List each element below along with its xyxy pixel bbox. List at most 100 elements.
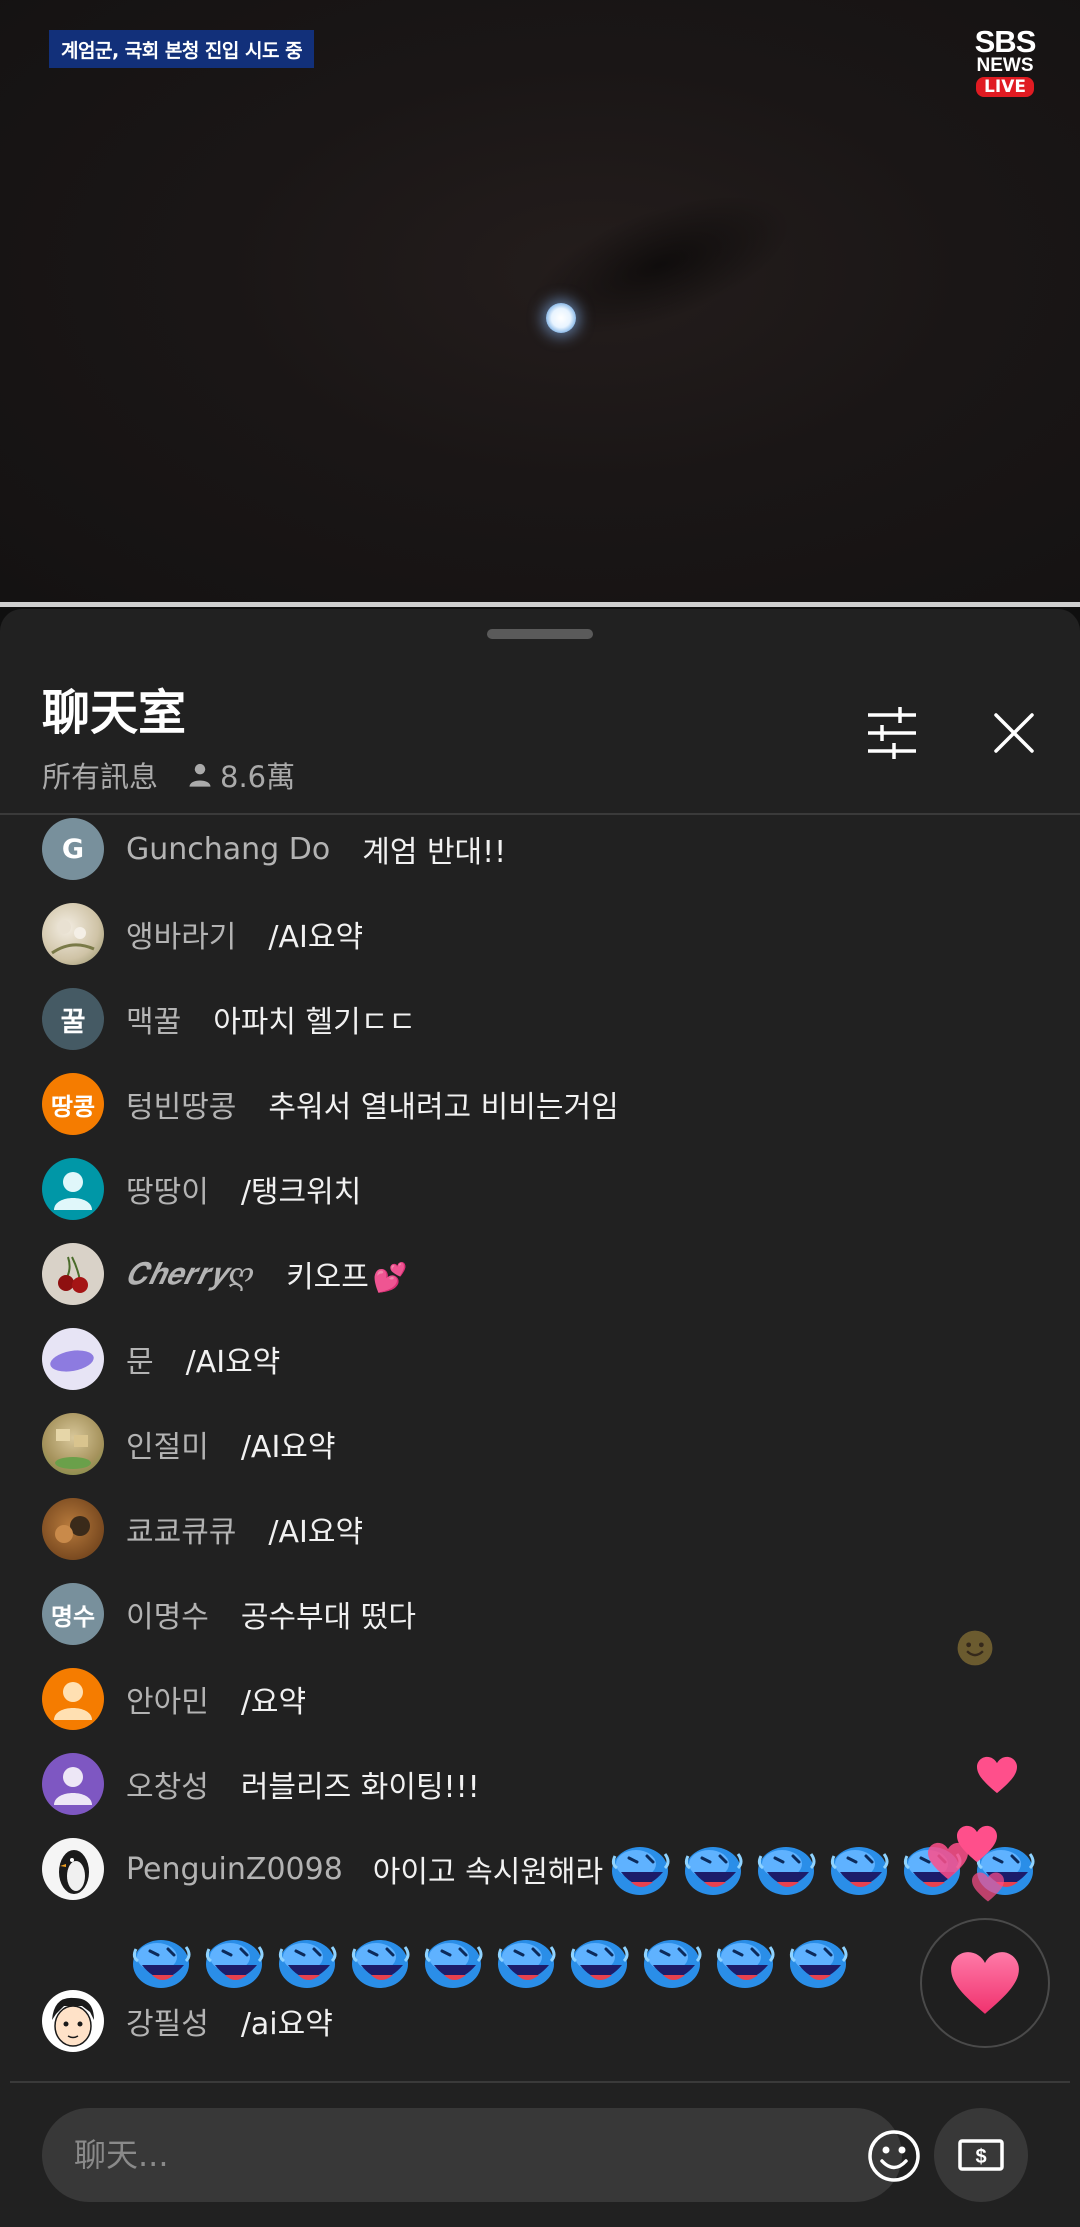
message-author[interactable]: 𝑪𝒉𝒆𝒓𝒓𝒚ღ (126, 1257, 254, 1292)
chat-message: 𝑪𝒉𝒆𝒓𝒓𝒚ღ 키오프 💕 (42, 1243, 408, 1305)
avatar[interactable] (42, 1753, 104, 1815)
video-shadow (509, 165, 811, 365)
video-player[interactable]: 계엄군, 국회 본청 진입 시도 중 SBS NEWS LIVE (0, 0, 1080, 606)
chat-message: 인절미 /AI요약 (42, 1413, 336, 1475)
message-text: 러블리즈 화이팅!!! (240, 1770, 480, 1805)
logo-sbs: SBS (974, 24, 1037, 59)
avatar[interactable]: 꿀 (42, 988, 104, 1050)
message-text: 계엄 반대!! (362, 835, 507, 870)
message-text: /요약 (240, 1685, 307, 1720)
laughing-blob-emoji (680, 1838, 746, 1900)
avatar[interactable] (42, 1498, 104, 1560)
chat-message: PenguinZ0098 아이고 속시원해라 (42, 1838, 1045, 1900)
message-author[interactable]: 강필성 (126, 1999, 209, 2043)
laughing-blob-emoji (274, 1931, 340, 1993)
message-text-body: 키오프 (286, 1260, 369, 1295)
message-author[interactable]: 앵바라기 (126, 912, 236, 956)
message-author[interactable]: 맥꿀 (126, 997, 181, 1041)
message-text: /탱크위치 (240, 1175, 362, 1210)
avatar[interactable] (42, 903, 104, 965)
chat-message: 명수 이명수 공수부대 떴다 (42, 1583, 416, 1645)
laughing-blob-emoji (712, 1931, 778, 1993)
chat-message: 앵바라기 /AI요약 (42, 903, 363, 965)
avatar[interactable] (42, 1413, 104, 1475)
chat-panel: 聊天室 所有訊息 8.6萬 G Gunchang Do 계엄 반대!! 앵바라기… (0, 609, 1080, 2227)
flower-photo-icon (51, 920, 95, 955)
default-person-icon (54, 1172, 92, 1210)
message-author[interactable]: 땅땅이 (126, 1167, 209, 1211)
chat-title: 聊天室 (42, 685, 187, 741)
avatar[interactable]: 명수 (42, 1583, 104, 1645)
laughing-blob-emoji (607, 1838, 673, 1900)
avatar[interactable] (42, 1838, 104, 1900)
message-text: 공수부대 떴다 (240, 1600, 416, 1635)
close-button[interactable] (982, 701, 1046, 765)
message-author[interactable]: PenguinZ0098 (126, 1852, 343, 1887)
message-author[interactable]: 문 (126, 1337, 154, 1381)
heart-reaction-button[interactable] (920, 1918, 1050, 2048)
chat-input-container[interactable] (42, 2108, 920, 2202)
avatar-letter: G (61, 833, 85, 865)
filter-button[interactable] (860, 701, 924, 765)
video-progress-bar[interactable] (0, 602, 1080, 607)
laughing-blob-emoji (201, 1931, 267, 1993)
avatar[interactable] (42, 1990, 104, 2052)
chat-message: 강필성 /ai요약 (42, 1990, 333, 2052)
laughing-blob-emoji (753, 1838, 819, 1900)
floating-heart-icon (928, 1842, 968, 1880)
chat-message: 땅콩 텅빈땅콩 추워서 열내려고 비비는거임 (42, 1073, 619, 1135)
message-author[interactable]: 오창성 (126, 1762, 209, 1806)
chat-message: G Gunchang Do 계엄 반대!! (42, 818, 506, 880)
chat-input[interactable] (74, 2136, 774, 2174)
message-text: /AI요약 (268, 920, 364, 955)
message-text: /AI요약 (185, 1345, 281, 1380)
purple-shape-icon (50, 1350, 94, 1372)
super-chat-button[interactable]: $ (934, 2108, 1028, 2202)
default-person-icon (54, 1767, 92, 1805)
default-person-icon (54, 1682, 92, 1720)
laughing-blob-emoji (566, 1931, 632, 1993)
avatar[interactable] (42, 1328, 104, 1390)
message-author[interactable]: 이명수 (126, 1592, 209, 1636)
message-text: 아파치 헬기ㄷㄷ (213, 1005, 416, 1040)
floating-heart-icon (977, 1756, 1017, 1794)
avatar[interactable]: 땅콩 (42, 1073, 104, 1135)
chat-message-list[interactable]: G Gunchang Do 계엄 반대!! 앵바라기 /AI요약 꿀 맥꿀 아파… (0, 815, 1080, 2075)
laughing-blob-emoji (347, 1931, 413, 1993)
floating-smiley-icon (957, 1630, 993, 1666)
smiley-icon[interactable] (866, 2128, 922, 2184)
chat-subtitle: 所有訊息 8.6萬 (42, 754, 295, 796)
laughing-blob-emoji (128, 1931, 194, 1993)
laughing-blob-emoji (826, 1838, 892, 1900)
message-text: /ai요약 (240, 2007, 333, 2042)
avatar[interactable] (42, 1668, 104, 1730)
message-author[interactable]: 인절미 (126, 1422, 209, 1466)
chat-message: 오창성 러블리즈 화이팅!!! (42, 1753, 480, 1815)
two-hearts-emoji: 💕 (372, 1261, 408, 1294)
message-author[interactable]: 안아민 (126, 1677, 209, 1721)
drag-handle[interactable] (487, 629, 593, 639)
chat-message: 안아민 /요약 (42, 1668, 306, 1730)
avatar[interactable]: G (42, 818, 104, 880)
floating-heart-icon (972, 1872, 1004, 1902)
avatar[interactable] (42, 1243, 104, 1305)
news-caption: 계엄군, 국회 본청 진입 시도 중 (49, 30, 315, 68)
message-author[interactable]: 쿄쿄큐큐 (126, 1507, 236, 1551)
money-icon: $ (958, 2139, 1004, 2171)
chat-filter-label[interactable]: 所有訊息 (42, 754, 158, 796)
avatar[interactable] (42, 1158, 104, 1220)
cherry-photo-icon (58, 1256, 88, 1293)
message-text: 아이고 속시원해라 (372, 1855, 604, 1890)
message-text: 키오프 💕 (286, 1252, 408, 1296)
blob-emoji-row (128, 1931, 858, 1993)
cartoon-face-icon (52, 1997, 94, 2047)
message-author[interactable]: 텅빈땅콩 (126, 1082, 236, 1126)
close-icon (994, 713, 1034, 753)
penguin-icon (59, 1850, 89, 1894)
avatar-letter: 꿀 (60, 1006, 86, 1038)
laughing-blob-emoji (785, 1931, 851, 1993)
svg-text:$: $ (975, 2146, 986, 2168)
message-author[interactable]: Gunchang Do (126, 832, 330, 867)
laughing-blob-emoji (639, 1931, 705, 1993)
message-text: /AI요약 (268, 1515, 364, 1550)
